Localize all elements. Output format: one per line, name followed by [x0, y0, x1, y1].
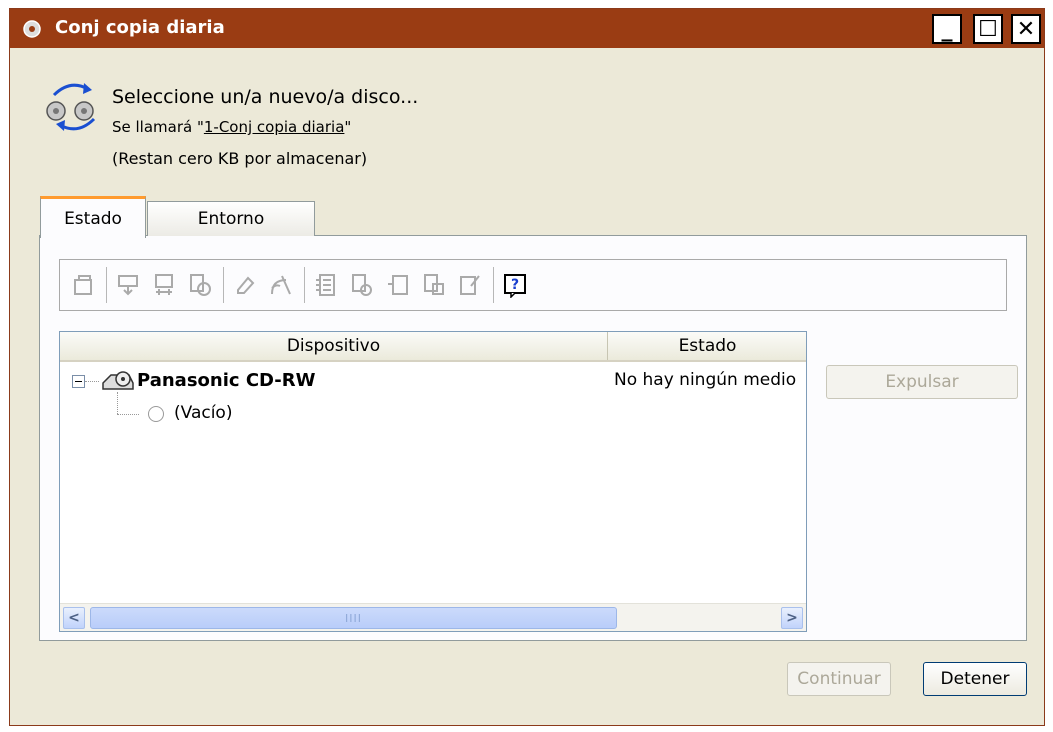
eject-button[interactable]: Expulsar	[826, 365, 1018, 399]
tab-entorno[interactable]: Entorno	[147, 201, 315, 236]
backup-app-icon	[23, 20, 41, 38]
toolbar-separator	[106, 267, 107, 303]
estado-panel: ? Dispositivo Estado Panasonic CD-RW No …	[39, 235, 1027, 641]
tree-line	[85, 381, 99, 382]
tree-line	[117, 414, 139, 415]
properties-icon[interactable]	[68, 270, 98, 300]
tree-line	[117, 392, 118, 414]
toolbar-separator	[223, 267, 224, 303]
export-icon[interactable]	[149, 270, 179, 300]
disc-doc-icon[interactable]	[419, 270, 449, 300]
remaining-size-text: (Restan cero KB por almacenar)	[112, 149, 368, 168]
collapse-toggle[interactable]	[72, 375, 85, 388]
minimize-button[interactable]: _	[932, 14, 962, 44]
disc-swap-icon	[46, 83, 96, 131]
maximize-button[interactable]: ☐	[973, 14, 1003, 44]
backup-window: Conj copia diaria _ ☐ ✕ Seleccione un/a …	[9, 8, 1045, 726]
disc-name-link: 1-Conj copia diaria	[203, 118, 345, 136]
edit-disc-icon[interactable]	[347, 270, 377, 300]
media-radio[interactable]	[148, 406, 164, 422]
erase-icon[interactable]	[230, 270, 260, 300]
disc-name-text: Se llamará "1-Conj copia diaria"	[112, 118, 352, 136]
instruction-text: Seleccione un/a nuevo/a disco...	[112, 86, 419, 108]
scroll-left-button[interactable]: <	[63, 607, 85, 629]
list-icon[interactable]	[311, 270, 341, 300]
device-status: No hay ningún medio	[614, 370, 797, 390]
column-header-status[interactable]: Estado	[609, 332, 806, 360]
device-name[interactable]: Panasonic CD-RW	[137, 370, 316, 391]
cd-drive-icon	[102, 371, 134, 390]
copy-disc-icon[interactable]	[185, 270, 215, 300]
horizontal-scrollbar[interactable]: < IIII >	[60, 603, 806, 631]
toolbar-separator	[493, 267, 494, 303]
scroll-thumb[interactable]: IIII	[90, 607, 617, 629]
window-title: Conj copia diaria	[55, 17, 225, 38]
media-label[interactable]: (Vacío)	[174, 403, 232, 423]
continue-button[interactable]: Continuar	[787, 662, 891, 696]
wireless-icon[interactable]	[266, 270, 296, 300]
new-doc-icon[interactable]	[383, 270, 413, 300]
help-icon[interactable]: ?	[500, 270, 530, 300]
toolbar-separator	[304, 267, 305, 303]
import-icon[interactable]	[113, 270, 143, 300]
column-header-device[interactable]: Dispositivo	[60, 332, 608, 360]
settings-doc-icon[interactable]	[455, 270, 485, 300]
tab-estado[interactable]: Estado	[40, 196, 146, 238]
device-list[interactable]: Dispositivo Estado Panasonic CD-RW No ha…	[59, 331, 807, 632]
list-header: Dispositivo Estado	[60, 332, 806, 362]
scroll-right-button[interactable]: >	[781, 607, 803, 629]
stop-button[interactable]: Detener	[923, 662, 1027, 696]
close-button[interactable]: ✕	[1011, 14, 1041, 44]
svg-text:?: ?	[511, 277, 519, 293]
title-bar: Conj copia diaria _ ☐ ✕	[10, 9, 1044, 48]
toolbar: ?	[59, 259, 1007, 311]
